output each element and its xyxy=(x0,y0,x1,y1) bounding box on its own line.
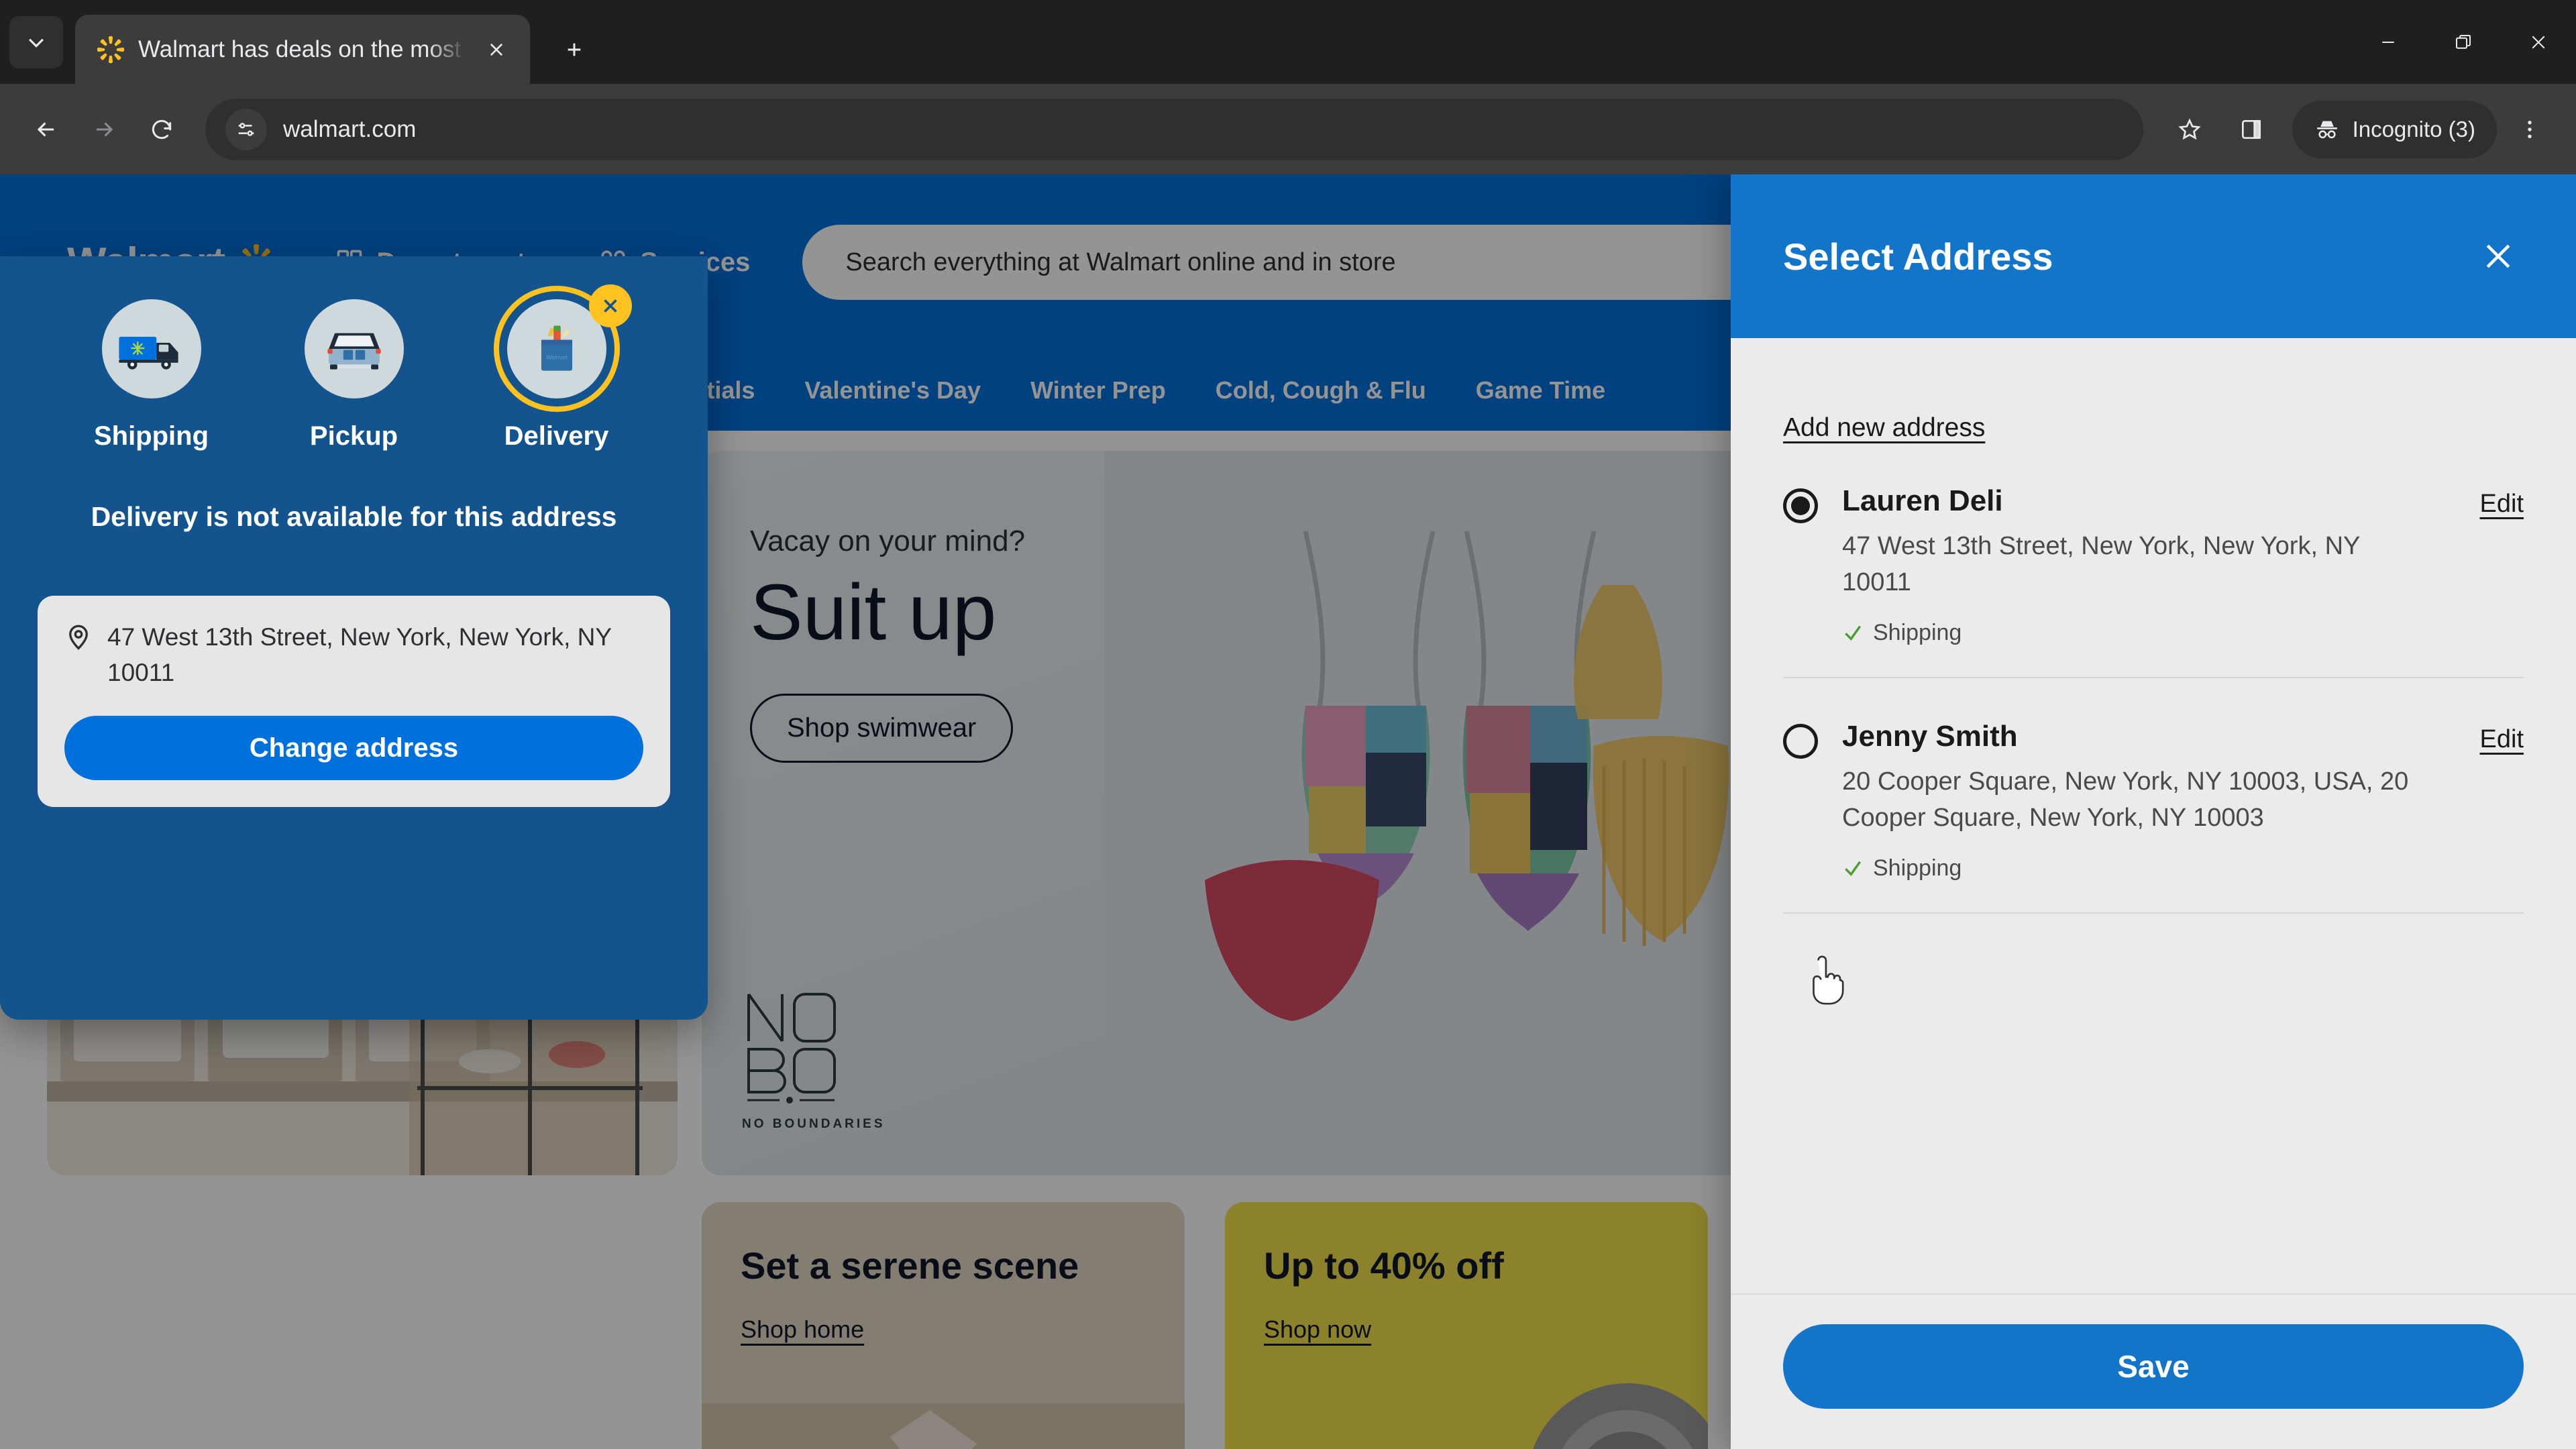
address-list-item[interactable]: Lauren Deli 47 West 13th Street, New Yor… xyxy=(1783,443,2524,677)
restore-icon xyxy=(2456,34,2471,49)
current-address-box: 47 West 13th Street, New York, New York,… xyxy=(38,596,670,808)
address-text: 47 West 13th Street, New York, New York,… xyxy=(1842,532,2360,596)
three-dot-menu-icon xyxy=(2528,120,2532,138)
address-capability-label: Shipping xyxy=(1873,855,1962,881)
chevron-down-icon xyxy=(28,38,44,48)
select-address-body: Add new address Lauren Deli 47 West 13th… xyxy=(1731,338,2576,1293)
delivery-status-message: Delivery is not available for this addre… xyxy=(91,501,617,532)
current-address-line: 47 West 13th Street, New York, New York,… xyxy=(64,620,643,690)
new-tab-button[interactable] xyxy=(550,25,598,74)
address-capability-label: Shipping xyxy=(1873,619,1962,645)
address-radio-lauren-deli[interactable] xyxy=(1783,488,1818,523)
close-icon xyxy=(603,299,617,313)
delivery-fulfillment-popover: Shipping Pickup Walmart Delivery Deliver… xyxy=(0,256,708,1020)
check-icon xyxy=(1845,861,1862,877)
close-icon xyxy=(2486,244,2510,268)
bookmark-button[interactable] xyxy=(2161,101,2218,158)
url-text: walmart.com xyxy=(283,115,417,142)
select-address-panel: Select Address Add new address Lauren De… xyxy=(1731,174,2576,1449)
browser-toolbar: walmart.com Incognito (3) xyxy=(0,84,2576,174)
pickup-icon-circle xyxy=(304,299,404,398)
browser-tab[interactable]: Walmart has deals on the most xyxy=(75,15,530,84)
plus-icon xyxy=(568,43,581,56)
address-name: Jenny Smith xyxy=(1842,719,2018,753)
reload-button[interactable] xyxy=(133,101,191,158)
incognito-hat-icon xyxy=(2316,121,2337,138)
address-name: Lauren Deli xyxy=(1842,484,2003,517)
fulfillment-option-pickup[interactable]: Pickup xyxy=(281,299,427,451)
address-info: Lauren Deli 47 West 13th Street, New Yor… xyxy=(1842,484,2524,646)
fulfillment-options: Shipping Pickup Walmart Delivery xyxy=(38,284,670,451)
page-viewport: Walmart xyxy=(0,174,2576,1449)
address-list-item[interactable]: Jenny Smith 20 Cooper Square, New York, … xyxy=(1783,676,2524,912)
location-pin-icon xyxy=(69,625,88,650)
fulfillment-option-shipping-label: Shipping xyxy=(93,421,209,451)
address-capability-tag: Shipping xyxy=(1842,855,2430,881)
unavailable-badge xyxy=(588,284,632,327)
tab-search-button[interactable] xyxy=(9,16,63,68)
tab-strip: Walmart has deals on the most xyxy=(0,0,2576,84)
tune-icon[interactable] xyxy=(225,108,267,150)
incognito-label: Incognito (3) xyxy=(2352,116,2475,142)
incognito-profile-button[interactable]: Incognito (3) xyxy=(2292,100,2497,158)
window-restore-button[interactable] xyxy=(2426,0,2501,84)
back-arrow-icon xyxy=(37,121,54,137)
address-capability-tag: Shipping xyxy=(1842,620,2430,646)
edit-address-link[interactable]: Edit xyxy=(2480,490,2524,519)
delivery-truck-icon xyxy=(118,337,178,370)
window-close-button[interactable] xyxy=(2501,0,2576,84)
minimize-icon xyxy=(2382,41,2394,43)
delivery-icon-circle: Walmart xyxy=(493,284,632,412)
address-bar[interactable]: walmart.com xyxy=(205,98,2143,160)
site-settings-glyph xyxy=(238,122,254,136)
toolbar-actions: Incognito (3) xyxy=(2161,100,2559,158)
walmart-spark-icon xyxy=(95,34,126,65)
window-controls xyxy=(2351,0,2576,84)
current-address-text: 47 West 13th Street, New York, New York,… xyxy=(107,623,612,686)
close-icon xyxy=(2532,36,2545,48)
address-text: 20 Cooper Square, New York, NY 10003, US… xyxy=(1842,767,2409,832)
car-trunk-icon xyxy=(327,333,381,370)
select-address-header: Select Address xyxy=(1731,174,2576,338)
add-new-address-link[interactable]: Add new address xyxy=(1783,413,1985,443)
save-button[interactable]: Save xyxy=(1783,1324,2524,1409)
fulfillment-option-shipping[interactable]: Shipping xyxy=(78,299,225,451)
address-list-divider xyxy=(1783,912,2524,914)
check-icon xyxy=(1845,626,1862,641)
change-address-button[interactable]: Change address xyxy=(64,716,643,781)
fulfillment-option-delivery-label: Delivery xyxy=(504,421,609,451)
panel-close-button[interactable] xyxy=(2473,231,2524,282)
address-radio-jenny-smith[interactable] xyxy=(1783,723,1818,759)
shipping-icon-circle xyxy=(101,299,201,398)
edit-address-link[interactable]: Edit xyxy=(2480,725,2524,754)
fulfillment-option-delivery[interactable]: Walmart Delivery xyxy=(484,284,632,451)
svg-text:Walmart: Walmart xyxy=(546,354,568,360)
reload-icon xyxy=(152,119,172,139)
tab-title: Walmart has deals on the most xyxy=(138,36,462,62)
star-icon xyxy=(2178,117,2201,140)
panel-title: Select Address xyxy=(1783,235,2053,278)
address-info: Jenny Smith 20 Cooper Square, New York, … xyxy=(1842,720,2524,881)
forward-button[interactable] xyxy=(75,101,133,158)
back-button[interactable] xyxy=(17,101,75,158)
walmart-spark-glyph xyxy=(97,36,125,63)
side-panel-button[interactable] xyxy=(2222,101,2280,158)
forward-arrow-icon xyxy=(96,121,113,137)
select-address-footer: Save xyxy=(1731,1293,2576,1449)
close-icon xyxy=(490,43,503,56)
grocery-bag-icon: Walmart xyxy=(541,325,572,371)
tab-close-button[interactable] xyxy=(479,32,514,67)
side-panel-icon xyxy=(2241,119,2261,139)
fulfillment-option-pickup-label: Pickup xyxy=(309,421,398,451)
window-minimize-button[interactable] xyxy=(2351,0,2426,84)
browser-menu-button[interactable] xyxy=(2501,101,2559,158)
